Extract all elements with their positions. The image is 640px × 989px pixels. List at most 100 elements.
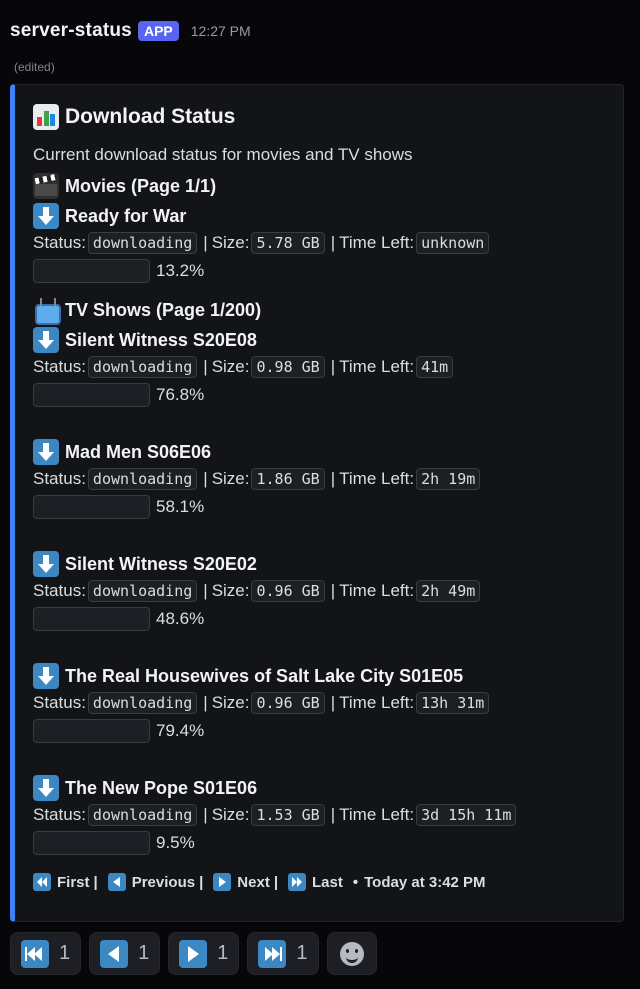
reaction-next[interactable]: 1 [168, 932, 240, 975]
smiley-icon [339, 941, 364, 966]
time-left-value: unknown [416, 232, 490, 254]
status-embed: Download Status Current download status … [10, 84, 624, 922]
time-left-value: 13h 31m [416, 692, 490, 714]
progress-percent: 79.4% [156, 721, 205, 740]
next-arrow-icon [213, 873, 232, 891]
bar-chart-icon [33, 104, 59, 130]
tv-list: Silent Witness S20E08 Status: downloadin… [33, 327, 611, 857]
download-item-title-row: Silent Witness S20E08 [33, 327, 611, 353]
separator: | [330, 469, 336, 488]
separator: | [330, 233, 336, 252]
movies-heading-text: Movies (Page 1/1) [65, 175, 217, 196]
separator: | [203, 357, 208, 376]
download-item-title: Mad Men S06E06 [65, 441, 212, 462]
previous-arrow-icon [100, 939, 129, 968]
progress-line: 9.5% [33, 829, 611, 857]
separator: | [330, 581, 336, 600]
down-arrow-icon [33, 439, 59, 465]
add-reaction-button[interactable] [326, 932, 377, 975]
reaction-count: 1 [296, 942, 308, 964]
size-label: Size: [211, 233, 250, 252]
embed-description: Current download status for movies and T… [33, 145, 413, 164]
footer-separator: | [273, 873, 279, 891]
reaction-first[interactable]: 1 [10, 932, 82, 975]
time-left-value: 3d 15h 11m [416, 804, 517, 826]
footer-first: First [57, 873, 90, 891]
tv-heading-text: TV Shows (Page 1/200) [65, 299, 262, 320]
footer-separator: | [199, 873, 204, 891]
download-item-title-row: Ready for War [33, 203, 611, 229]
size-value: 0.96 GB [251, 580, 325, 602]
progress-percent: 58.1% [156, 497, 205, 516]
down-arrow-icon [33, 551, 59, 577]
separator: | [203, 581, 208, 600]
progress-bar [33, 495, 150, 519]
download-item: The Real Housewives of Salt Lake City S0… [33, 633, 611, 745]
previous-arrow-icon [107, 873, 126, 891]
tv-section-heading: TV Shows (Page 1/200) [33, 297, 611, 325]
time-left-value: 2h 49m [416, 580, 481, 602]
first-track-icon [33, 873, 51, 891]
status-value: downloading [87, 468, 198, 490]
separator: | [203, 233, 208, 252]
time-left-value: 2h 19m [416, 468, 481, 490]
bot-username[interactable]: server-status [10, 20, 132, 42]
footer-separator: | [93, 873, 98, 891]
download-item-title: The Real Housewives of Salt Lake City S0… [65, 665, 464, 686]
status-label: Status: [33, 581, 86, 600]
progress-percent: 9.5% [156, 833, 195, 852]
progress-percent: 76.8% [156, 385, 205, 404]
progress-bar [33, 831, 150, 855]
time-left-label: Time Left: [339, 357, 415, 376]
size-label: Size: [211, 469, 250, 488]
progress-line: 13.2% [33, 257, 611, 285]
footer-last: Last [312, 873, 343, 891]
download-item-title: Ready for War [65, 205, 187, 226]
size-label: Size: [211, 693, 250, 712]
reaction-last[interactable]: 1 [247, 932, 319, 975]
reaction-previous[interactable]: 1 [89, 932, 161, 975]
reaction-count: 1 [59, 942, 71, 964]
time-left-label: Time Left: [339, 805, 415, 824]
progress-bar [33, 383, 150, 407]
footer-previous: Previous [131, 873, 196, 891]
download-status-line: Status: downloading | Size: 0.96 GB | Ti… [33, 689, 611, 717]
progress-bar [33, 259, 150, 283]
download-status-line: Status: downloading | Size: 0.96 GB | Ti… [33, 577, 611, 605]
down-arrow-icon [33, 663, 59, 689]
embed-title: Download Status [65, 105, 236, 128]
download-item-title-row: Mad Men S06E06 [33, 439, 611, 465]
separator: | [330, 357, 336, 376]
message-timestamp[interactable]: 12:27 PM [191, 23, 251, 39]
size-label: Size: [211, 581, 250, 600]
embed-title-row: Download Status [33, 101, 611, 133]
status-value: downloading [87, 356, 198, 378]
download-status-line: Status: downloading | Size: 1.86 GB | Ti… [33, 465, 611, 493]
size-label: Size: [211, 805, 250, 824]
last-track-icon [288, 873, 307, 891]
separator: | [330, 805, 336, 824]
download-item: Mad Men S06E06 Status: downloading | Siz… [33, 409, 611, 521]
progress-line: 58.1% [33, 493, 611, 521]
status-label: Status: [33, 233, 86, 252]
download-item: Ready for War Status: downloading | Size… [33, 203, 611, 285]
embed-footer: First | Previous | Next | Last • Today a… [33, 871, 611, 893]
time-left-label: Time Left: [339, 581, 415, 600]
down-arrow-icon [33, 775, 59, 801]
progress-percent: 48.6% [156, 609, 205, 628]
separator: | [203, 469, 208, 488]
status-label: Status: [33, 693, 86, 712]
status-value: downloading [87, 232, 198, 254]
download-status-line: Status: downloading | Size: 5.78 GB | Ti… [33, 229, 611, 257]
size-label: Size: [211, 357, 250, 376]
download-item-title: Silent Witness S20E08 [65, 329, 257, 350]
download-status-line: Status: downloading | Size: 0.98 GB | Ti… [33, 353, 611, 381]
reaction-bar: 1 1 1 1 [10, 932, 385, 975]
status-label: Status: [33, 357, 86, 376]
movies-list: Ready for War Status: downloading | Size… [33, 203, 611, 285]
footer-bullet: • [352, 873, 359, 891]
footer-next: Next [237, 873, 270, 891]
down-arrow-icon [33, 203, 59, 229]
down-arrow-icon [33, 327, 59, 353]
size-value: 5.78 GB [251, 232, 325, 254]
